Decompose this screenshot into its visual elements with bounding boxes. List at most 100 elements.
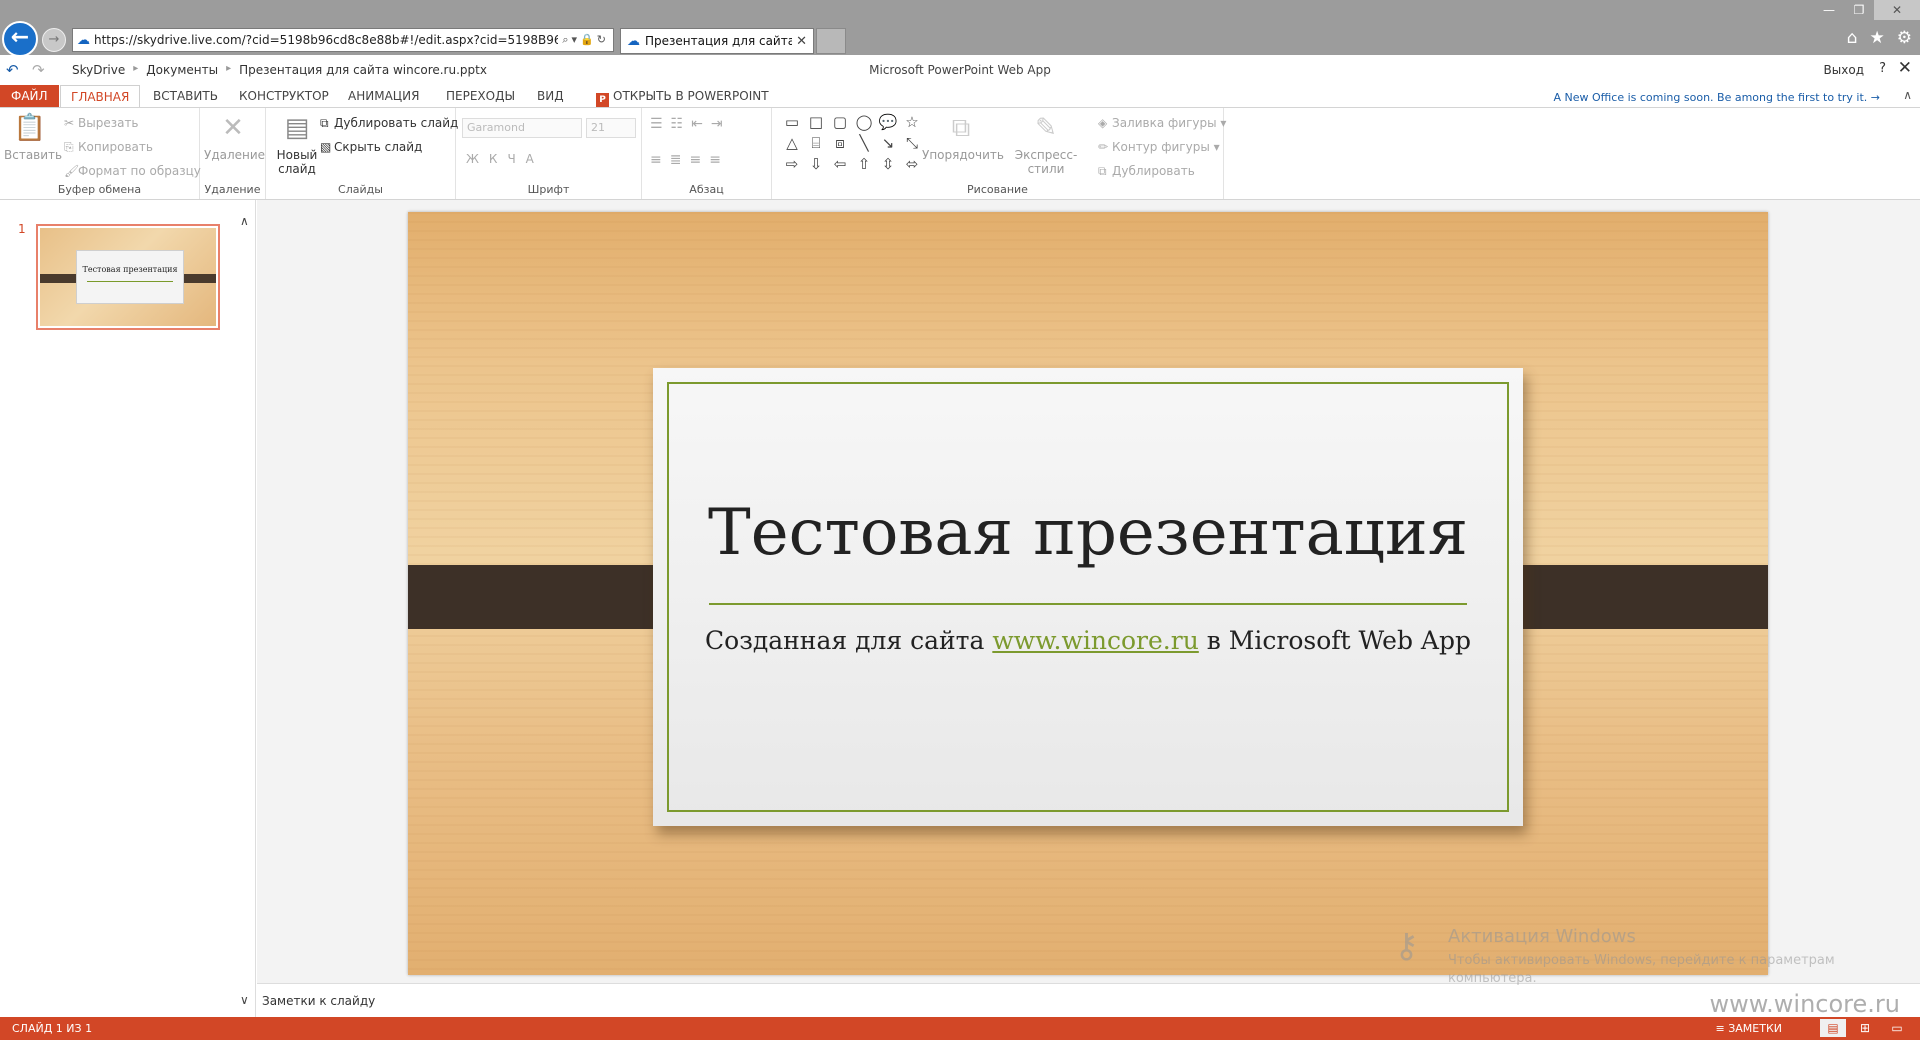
rounded-rect-shape-icon[interactable]: ▢ bbox=[828, 113, 852, 131]
up-arrow-shape-icon[interactable]: ⇧ bbox=[852, 155, 876, 173]
tab-view[interactable]: ВИД bbox=[527, 85, 574, 107]
thumbnail-card: Тестовая презентация bbox=[76, 250, 184, 304]
scroll-down-icon[interactable]: ∨ bbox=[240, 993, 249, 1007]
new-slide-button[interactable]: ▤ Новый слайд bbox=[270, 112, 324, 176]
duplicate-slide-button[interactable]: ⧉ Дублировать слайд bbox=[320, 116, 458, 131]
hide-slide-button[interactable]: ▧ Скрыть слайд bbox=[320, 140, 422, 154]
activation-title: Активация Windows bbox=[1448, 926, 1636, 947]
home-icon[interactable]: ⌂ bbox=[1847, 28, 1858, 48]
list-buttons[interactable]: ☰☷⇤⇥ bbox=[650, 116, 731, 132]
triangle-shape-icon[interactable]: △ bbox=[780, 134, 804, 152]
new-slide-icon: ▤ bbox=[284, 113, 310, 143]
shape-fill-button[interactable]: ◈ Заливка фигуры ▾ bbox=[1098, 116, 1226, 130]
reading-view-icon[interactable]: ⊞ bbox=[1852, 1019, 1878, 1037]
quick-styles-button[interactable]: ✎ Экспресс-стили bbox=[1000, 112, 1092, 176]
oval-shape-icon[interactable]: ◯ bbox=[852, 113, 876, 131]
star-shape-icon[interactable]: ☆ bbox=[900, 113, 924, 131]
left-arrow-shape-icon[interactable]: ⇦ bbox=[828, 155, 852, 173]
cube-shape-icon[interactable]: ⧈ bbox=[828, 134, 852, 152]
notes-toggle-button[interactable]: ≡ ЗАМЕТКИ bbox=[1716, 1022, 1783, 1035]
tab-insert[interactable]: ВСТАВИТЬ bbox=[143, 85, 228, 107]
arrow-line-shape-icon[interactable]: ↘ bbox=[876, 134, 900, 152]
right-arrow-shape-icon[interactable]: ⇨ bbox=[780, 155, 804, 173]
down-arrow-shape-icon[interactable]: ⇩ bbox=[804, 155, 828, 173]
font-size-value: 21 bbox=[591, 121, 605, 134]
address-url[interactable]: https://skydrive.live.com/?cid=5198b96cd… bbox=[94, 33, 558, 47]
settings-gear-icon[interactable]: ⚙ bbox=[1897, 28, 1912, 48]
duplicate-slide-icon: ⧉ bbox=[320, 116, 329, 130]
browser-tab[interactable]: ☁ Презентация для сайта wi... ✕ bbox=[620, 28, 814, 54]
font-format-buttons[interactable]: ЖКЧA bbox=[466, 152, 544, 166]
font-size-combo[interactable]: 21 bbox=[586, 118, 636, 138]
restore-icon[interactable]: ❐ bbox=[1844, 0, 1874, 20]
slideshow-view-icon[interactable]: ▭ bbox=[1884, 1019, 1910, 1037]
skydrive-tab-icon: ☁ bbox=[627, 33, 640, 49]
address-tools-icon[interactable]: ⌕▾🔒↻ bbox=[562, 33, 609, 47]
tab-home[interactable]: ГЛАВНАЯ bbox=[60, 85, 141, 108]
new-slide-label-1: Новый bbox=[276, 148, 318, 162]
left-right-arrow-shape-icon[interactable]: ⬄ bbox=[900, 155, 924, 173]
subtitle-link[interactable]: www.wincore.ru bbox=[992, 626, 1198, 655]
copy-button[interactable]: ⎘ Копировать bbox=[64, 140, 153, 155]
tab-open-in-powerpoint[interactable]: P ОТКРЫТЬ В POWERPOINT bbox=[586, 85, 779, 107]
shape-duplicate-button[interactable]: ⧉ Дублировать bbox=[1098, 164, 1195, 179]
collapse-ribbon-icon[interactable]: ∧ bbox=[1903, 88, 1912, 102]
powerpoint-icon: P bbox=[596, 93, 609, 107]
up-down-arrow-shape-icon[interactable]: ⇳ bbox=[876, 155, 900, 173]
back-button[interactable]: ← bbox=[2, 21, 38, 57]
browser-tab-title: Презентация для сайта wi... bbox=[645, 34, 793, 48]
subtitle-text-1: Созданная для сайта bbox=[705, 626, 993, 655]
tab-animation[interactable]: АНИМАЦИЯ bbox=[338, 85, 429, 107]
title-divider bbox=[709, 603, 1467, 605]
format-painter-button[interactable]: 🖌Формат по образцу bbox=[64, 164, 201, 178]
slide[interactable]: Тестовая презентация Созданная для сайта… bbox=[408, 212, 1768, 975]
minimize-icon[interactable]: — bbox=[1814, 0, 1844, 20]
new-office-promo-link[interactable]: A New Office is coming soon. Be among th… bbox=[1553, 91, 1880, 104]
view-switcher: ▤ ⊞ ▭ bbox=[1820, 1019, 1910, 1037]
tab-file[interactable]: ФАЙЛ bbox=[0, 85, 59, 107]
quick-styles-icon: ✎ bbox=[1035, 113, 1057, 143]
duplicate-slide-label: Дублировать слайд bbox=[334, 116, 459, 130]
window-close-icon[interactable]: ✕ bbox=[1874, 0, 1920, 20]
address-bar[interactable]: ☁ https://skydrive.live.com/?cid=5198b96… bbox=[72, 28, 614, 52]
tab-design[interactable]: КОНСТРУКТОР bbox=[229, 85, 339, 107]
delete-button[interactable]: ✕ Удаление bbox=[204, 112, 265, 162]
status-bar: СЛАЙД 1 ИЗ 1 ≡ ЗАМЕТКИ ▤ ⊞ ▭ bbox=[0, 1017, 1920, 1040]
right-band bbox=[1488, 565, 1768, 629]
close-tab-icon[interactable]: ✕ bbox=[796, 34, 807, 49]
favorites-star-icon[interactable]: ★ bbox=[1870, 28, 1885, 48]
thumbnails-scrollbar[interactable]: ∧ ∨ bbox=[236, 200, 256, 1017]
app-close-icon[interactable]: ✕ bbox=[1898, 58, 1912, 78]
textbox-shape-icon[interactable]: ▭ bbox=[780, 113, 804, 131]
paste-button[interactable]: 📋 Вставить bbox=[4, 112, 62, 162]
tab-transitions[interactable]: ПЕРЕХОДЫ bbox=[436, 85, 525, 107]
slide-subtitle[interactable]: Созданная для сайта www.wincore.ru в Mic… bbox=[653, 626, 1523, 655]
help-button[interactable]: ? bbox=[1879, 61, 1886, 76]
double-arrow-line-shape-icon[interactable]: ⤡ bbox=[900, 134, 924, 152]
slide-title[interactable]: Тестовая презентация bbox=[653, 496, 1523, 570]
font-name-combo[interactable]: Garamond bbox=[462, 118, 582, 138]
scroll-up-icon[interactable]: ∧ bbox=[240, 214, 249, 228]
normal-view-icon[interactable]: ▤ bbox=[1820, 1019, 1846, 1037]
clipboard-group-label: Буфер обмена bbox=[57, 183, 142, 196]
notes-pane[interactable]: Заметки к слайду bbox=[257, 983, 1920, 1017]
callout-shape-icon[interactable]: 💬 bbox=[876, 113, 900, 131]
cylinder-shape-icon[interactable]: ⌸ bbox=[804, 134, 828, 152]
ribbon-tabs: ФАЙЛ ГЛАВНАЯ ВСТАВИТЬ КОНСТРУКТОР АНИМАЦ… bbox=[0, 85, 1920, 108]
arrange-button[interactable]: ⧉ Упорядочить bbox=[922, 112, 1004, 162]
exit-link[interactable]: Выход bbox=[1824, 63, 1864, 77]
duplicate-icon: ⧉ bbox=[1098, 164, 1107, 178]
new-tab-button[interactable] bbox=[816, 28, 846, 54]
align-buttons[interactable]: ≡≣≡≡ bbox=[650, 152, 729, 168]
line-shape-icon[interactable]: ╲ bbox=[852, 134, 876, 152]
left-band bbox=[408, 565, 688, 629]
cut-button[interactable]: ✂ Вырезать bbox=[64, 116, 139, 130]
slides-group: ▤ Новый слайд ⧉ Дублировать слайд ▧ Скрыть… bbox=[266, 108, 458, 199]
rectangle-shape-icon[interactable]: □ bbox=[804, 113, 828, 131]
scissors-icon: ✂ bbox=[64, 116, 75, 130]
shape-outline-button[interactable]: ✏ Контур фигуры ▾ bbox=[1098, 140, 1220, 154]
hide-slide-label: Скрыть слайд bbox=[334, 140, 423, 154]
notes-placeholder[interactable]: Заметки к слайду bbox=[262, 994, 375, 1008]
forward-button[interactable]: → bbox=[42, 28, 66, 52]
slide-thumbnail-1[interactable]: Тестовая презентация bbox=[36, 224, 220, 330]
